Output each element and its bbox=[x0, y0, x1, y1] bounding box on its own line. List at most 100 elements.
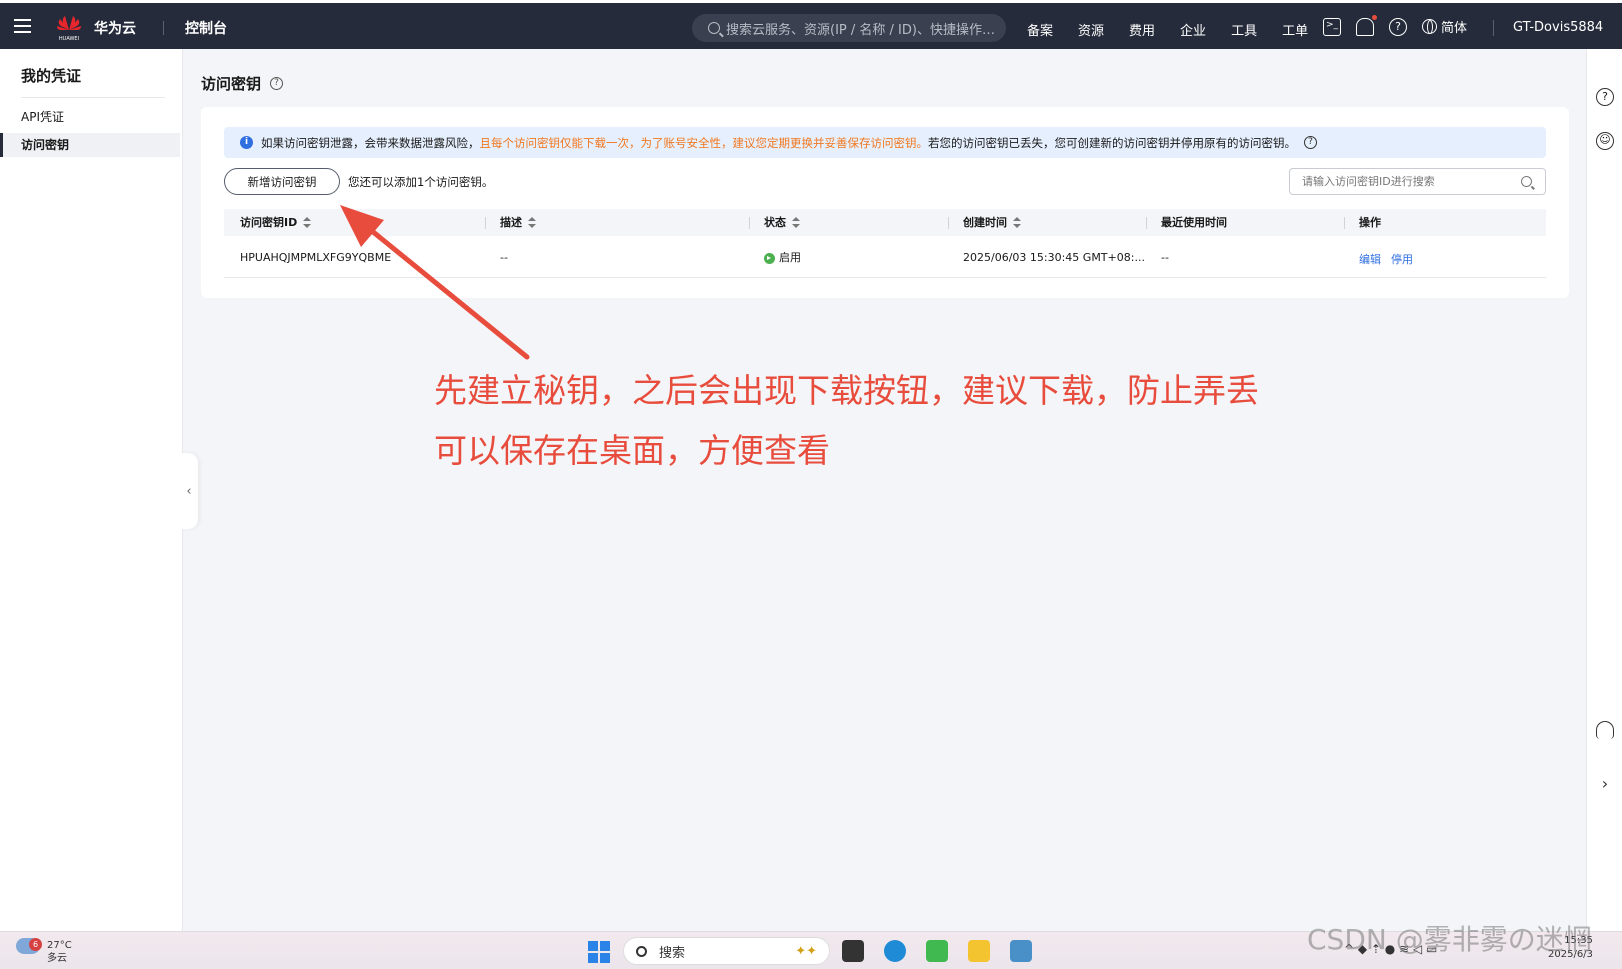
column-header-created[interactable]: 创建时间 bbox=[963, 209, 1021, 236]
notice-prefix: 如果访问密钥泄露，会带来数据泄露风险， bbox=[261, 135, 480, 150]
cell-key-id: HPUAHQJMPMLXFG9YQBME bbox=[240, 251, 392, 264]
globe-icon bbox=[1422, 19, 1437, 34]
right-rail: ? ☺ › bbox=[1586, 49, 1622, 931]
annotation-text: 先建立秘钥，之后会出现下载按钮，建议下载，防止弄丢 可以保存在桌面，方便查看 bbox=[434, 361, 1259, 481]
edge-browser-icon[interactable] bbox=[884, 940, 906, 962]
column-header-key-id[interactable]: 访问密钥ID bbox=[240, 209, 312, 236]
divider bbox=[163, 21, 164, 35]
sort-icon[interactable] bbox=[528, 217, 536, 228]
cell-actions: 编辑 停用 bbox=[1359, 251, 1423, 267]
nav-resources[interactable]: 资源 bbox=[1078, 20, 1104, 39]
column-header-description[interactable]: 描述 bbox=[500, 209, 536, 236]
help-icon[interactable]: ? bbox=[1389, 17, 1407, 36]
sidebar-divider bbox=[21, 97, 165, 98]
notification-badge: 6 bbox=[29, 938, 42, 951]
divider bbox=[1493, 20, 1494, 36]
search-icon bbox=[636, 945, 647, 957]
sidebar-collapse-button[interactable]: ‹ bbox=[180, 453, 198, 529]
sidebar-item-api-credentials[interactable]: API凭证 bbox=[0, 105, 180, 129]
cli-icon[interactable] bbox=[1323, 17, 1341, 36]
weather-temp: 27°C bbox=[47, 940, 72, 951]
column-label: 创建时间 bbox=[963, 216, 1007, 229]
column-separator bbox=[948, 217, 949, 229]
notice-suffix: 若您的访问密钥已丢失，您可创建新的访问密钥并停用原有的访问密钥。 bbox=[928, 135, 1296, 150]
column-label: 状态 bbox=[764, 216, 786, 229]
csdn-watermark: CSDN @雾非雾の迷惘 bbox=[1307, 923, 1592, 956]
global-search-placeholder: 搜索云服务、资源(IP / 名称 / ID)、快捷操作… bbox=[726, 22, 995, 38]
nav-billing[interactable]: 费用 bbox=[1129, 20, 1155, 39]
taskbar-search-label: 搜索 bbox=[659, 945, 686, 961]
nav-enterprise[interactable]: 企业 bbox=[1180, 20, 1206, 39]
menu-icon[interactable] bbox=[14, 19, 31, 33]
language-switch[interactable]: 简体 bbox=[1422, 17, 1467, 36]
search-icon bbox=[708, 22, 720, 34]
console-title[interactable]: 控制台 bbox=[185, 18, 227, 38]
remote-app-icon[interactable] bbox=[926, 940, 948, 962]
brand-name[interactable]: 华为云 bbox=[94, 18, 136, 38]
search-icon[interactable] bbox=[1521, 176, 1532, 187]
top-nav-links: 备案 资源 费用 企业 工具 工单 bbox=[1027, 20, 1333, 39]
page-title-text: 访问密钥 bbox=[201, 75, 262, 93]
edit-link[interactable]: 编辑 bbox=[1359, 253, 1381, 266]
task-view-icon[interactable] bbox=[842, 940, 864, 962]
sidebar: 我的凭证 API凭证 访问密钥 bbox=[0, 49, 183, 931]
user-account[interactable]: GT-Dovis5884 bbox=[1513, 20, 1603, 35]
cell-status: 启用 bbox=[764, 249, 801, 265]
global-search-input[interactable]: 搜索云服务、资源(IP / 名称 / ID)、快捷操作… bbox=[692, 14, 1006, 42]
column-label: 描述 bbox=[500, 216, 522, 229]
nav-beian[interactable]: 备案 bbox=[1027, 20, 1053, 39]
copilot-sparkle-icon: ✦✦ bbox=[795, 943, 817, 959]
svg-text:HUAWEI: HUAWEI bbox=[59, 36, 79, 42]
column-header-actions: 操作 bbox=[1359, 209, 1381, 236]
table-header: 访问密钥ID 描述 状态 创建时间 最近使用时间 操作 bbox=[224, 209, 1546, 236]
cell-last-used: -- bbox=[1161, 251, 1169, 264]
top-nav-bar: HUAWEI 华为云 控制台 搜索云服务、资源(IP / 名称 / ID)、快捷… bbox=[0, 0, 1622, 49]
nav-tools[interactable]: 工具 bbox=[1231, 20, 1257, 39]
table-row: HPUAHQJMPMLXFG9YQBME -- 启用 2025/06/03 15… bbox=[224, 236, 1546, 278]
weather-condition: 多云 bbox=[47, 953, 67, 964]
column-header-last-used: 最近使用时间 bbox=[1161, 209, 1227, 236]
huawei-logo[interactable]: HUAWEI bbox=[54, 12, 84, 42]
cell-created-time: 2025/06/03 15:30:45 GMT+08:... bbox=[963, 251, 1145, 264]
add-access-key-button[interactable]: 新增访问密钥 bbox=[224, 168, 340, 195]
taskbar-search[interactable]: 搜索 ✦✦ bbox=[623, 937, 830, 965]
add-key-hint: 您还可以添加1个访问密钥。 bbox=[348, 175, 494, 189]
help-icon[interactable]: ? bbox=[1596, 88, 1614, 106]
column-separator bbox=[1146, 217, 1147, 229]
column-header-status[interactable]: 状态 bbox=[764, 209, 800, 236]
weather-text[interactable]: 27°C 多云 bbox=[47, 939, 72, 965]
status-label: 启用 bbox=[779, 251, 801, 264]
column-separator bbox=[749, 217, 750, 229]
sort-icon[interactable] bbox=[1013, 217, 1021, 228]
notice-warning: 且每个访问密钥仅能下载一次，为了账号安全性，建议您定期更换并妥善保存访问密钥。 bbox=[479, 135, 929, 150]
annotation-line-1: 先建立秘钥，之后会出现下载按钮，建议下载，防止弄丢 bbox=[434, 371, 1259, 410]
key-search-input[interactable] bbox=[1289, 168, 1546, 195]
sort-icon[interactable] bbox=[792, 217, 800, 228]
column-label: 操作 bbox=[1359, 216, 1381, 229]
help-icon[interactable]: ? bbox=[1304, 136, 1317, 149]
bell-icon[interactable] bbox=[1356, 14, 1377, 36]
file-explorer-icon[interactable] bbox=[968, 940, 990, 962]
info-icon: i bbox=[240, 136, 253, 149]
customer-service-icon[interactable] bbox=[1596, 721, 1614, 739]
access-key-card: i 如果访问密钥泄露，会带来数据泄露风险， 且每个访问密钥仅能下载一次，为了账号… bbox=[201, 107, 1569, 298]
sidebar-item-access-keys[interactable]: 访问密钥 bbox=[0, 133, 180, 157]
sidebar-title: 我的凭证 bbox=[21, 67, 82, 85]
nav-tickets[interactable]: 工单 bbox=[1282, 20, 1308, 39]
page-title: 访问密钥 ? bbox=[201, 73, 284, 94]
top-nav-icons: ? 简体 bbox=[1323, 14, 1467, 36]
cell-description: -- bbox=[500, 251, 508, 264]
help-icon[interactable]: ? bbox=[270, 77, 284, 90]
language-label: 简体 bbox=[1441, 21, 1468, 36]
start-button[interactable] bbox=[588, 941, 610, 963]
status-enabled-icon bbox=[764, 252, 775, 264]
chevron-right-icon[interactable]: › bbox=[1596, 775, 1614, 793]
annotation-line-2: 可以保存在桌面，方便查看 bbox=[434, 431, 830, 470]
disable-link[interactable]: 停用 bbox=[1391, 253, 1413, 266]
column-label: 访问密钥ID bbox=[240, 216, 298, 229]
column-label: 最近使用时间 bbox=[1161, 216, 1227, 229]
security-notice: i 如果访问密钥泄露，会带来数据泄露风险， 且每个访问密钥仅能下载一次，为了账号… bbox=[224, 127, 1546, 158]
notepad-icon[interactable] bbox=[1010, 940, 1032, 962]
sort-icon[interactable] bbox=[303, 217, 312, 228]
feedback-smile-icon[interactable]: ☺ bbox=[1596, 132, 1614, 150]
